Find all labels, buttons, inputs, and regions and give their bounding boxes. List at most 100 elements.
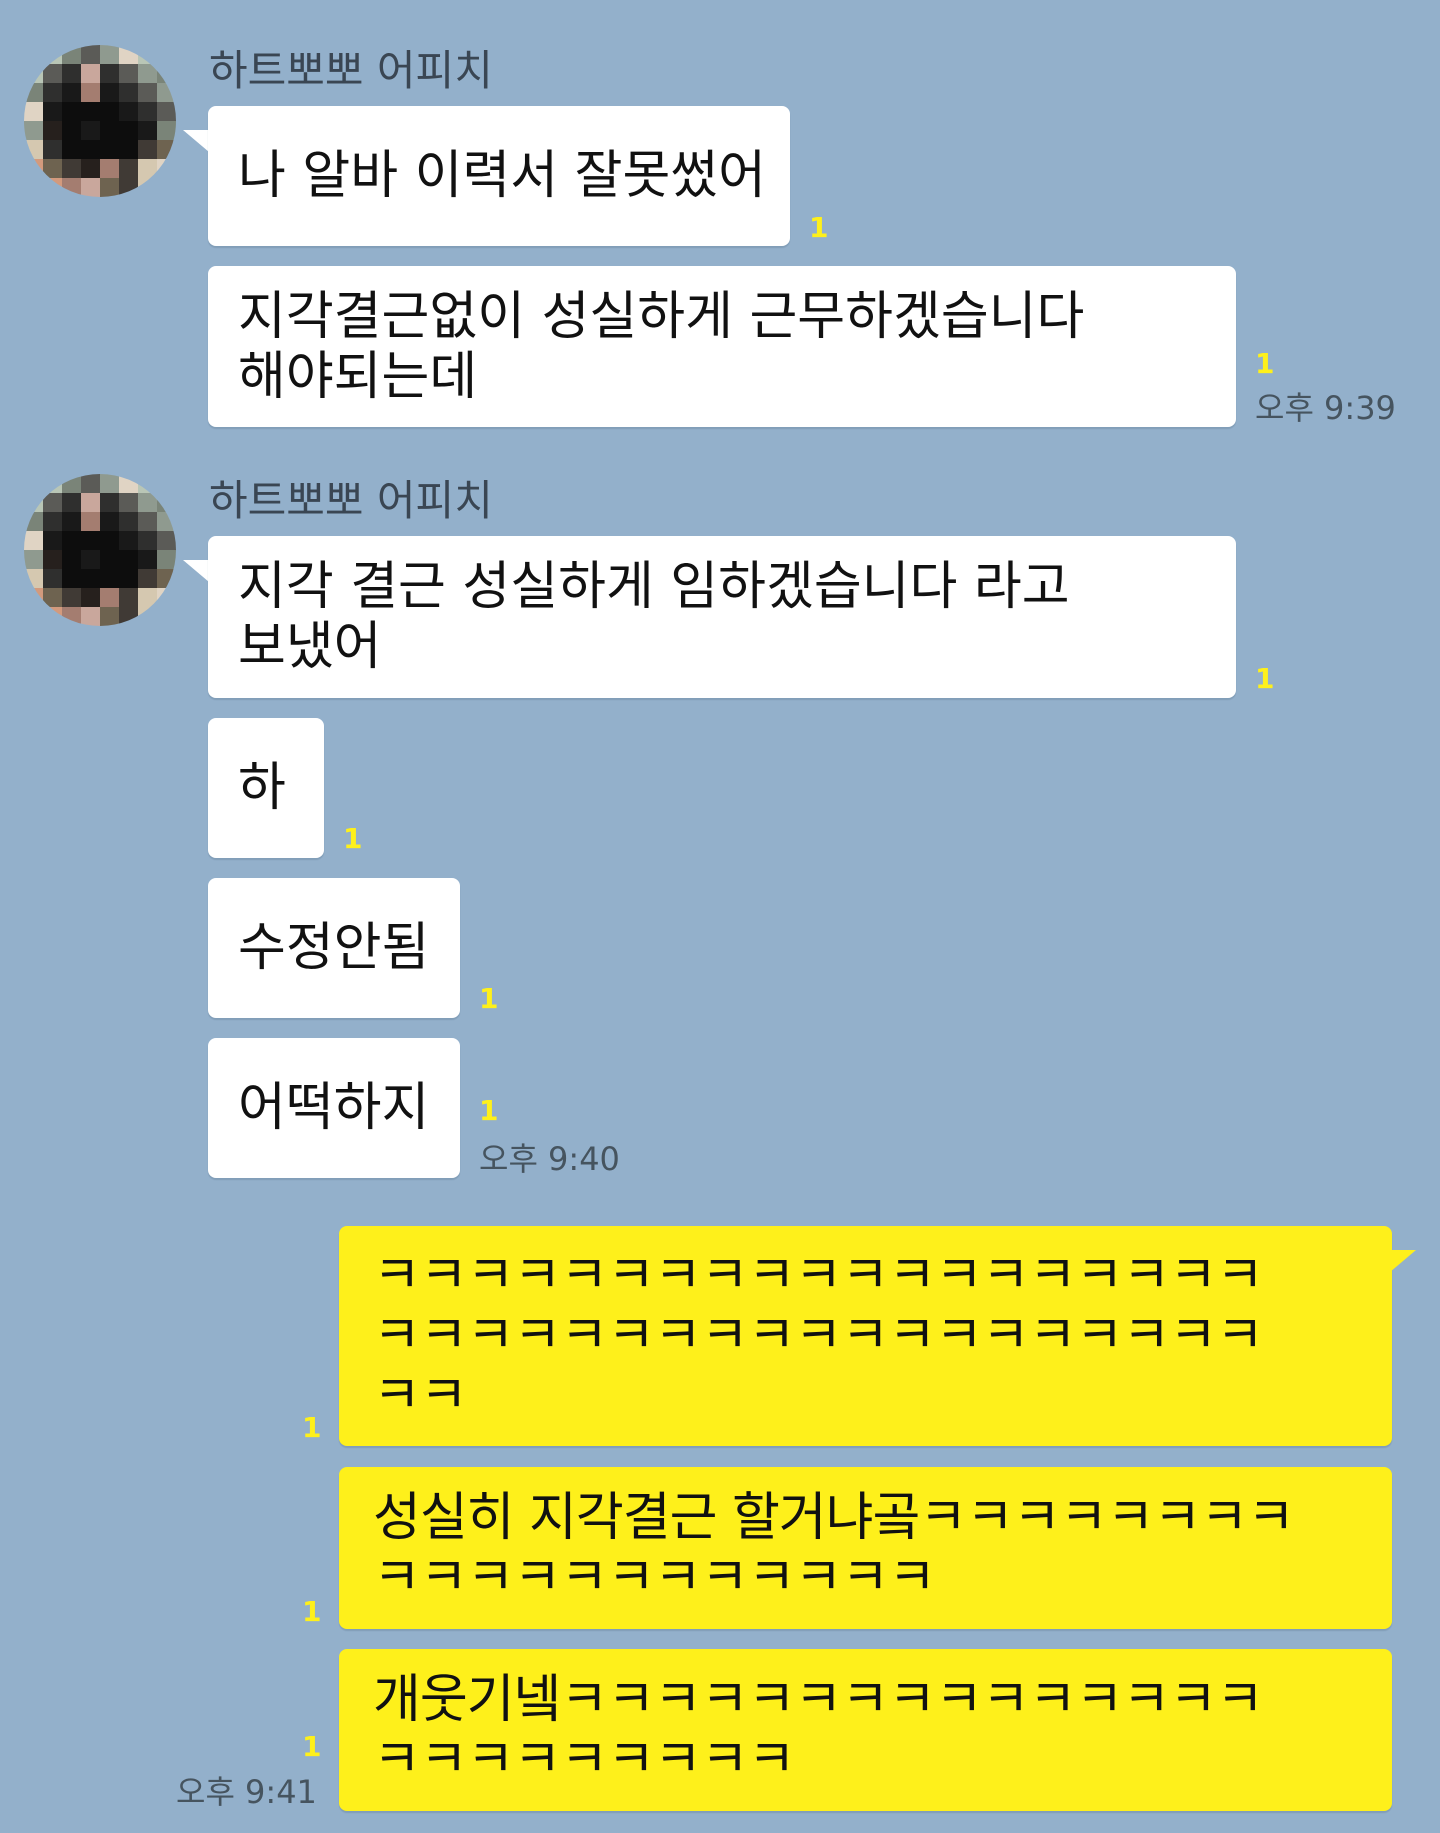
- sender-name: 하트뽀뽀 어피치: [209, 46, 493, 95]
- message-text: 하: [238, 758, 286, 818]
- avatar-pixel: [157, 474, 176, 493]
- message-time: 오후 9:40: [479, 1140, 620, 1178]
- avatar-pixel: [62, 83, 81, 102]
- message-text-line: 개웃기넼ㅋㅋㅋㅋㅋㅋㅋㅋㅋㅋㅋㅋㅋㅋㅋ: [373, 1670, 1264, 1730]
- avatar[interactable]: [24, 45, 176, 197]
- avatar-pixel: [81, 569, 100, 588]
- avatar-pixel: [62, 102, 81, 121]
- avatar-pixel: [24, 512, 43, 531]
- message-text-line: 해야되는데: [238, 346, 478, 407]
- avatar-pixel: [138, 493, 157, 512]
- unread-count: 1: [343, 822, 363, 855]
- avatar-pixel: [119, 159, 138, 178]
- avatar-pixel: [138, 83, 157, 102]
- avatar-pixel: [119, 588, 138, 607]
- avatar-pixel: [43, 45, 62, 64]
- avatar-pixel: [43, 83, 62, 102]
- avatar-pixel: [157, 569, 176, 588]
- avatar-pixel: [43, 607, 62, 626]
- avatar-pixel: [100, 121, 119, 140]
- message-text-line: ㅋㅋㅋㅋㅋㅋㅋㅋㅋㅋㅋㅋㅋㅋㅋㅋㅋㅋㅋ: [373, 1306, 1264, 1366]
- avatar-pixel: [157, 493, 176, 512]
- message-bubble[interactable]: 지각결근없이 성실하게 근무하겠습니다 해야되는데: [208, 266, 1236, 427]
- message-bubble[interactable]: 나 알바 이력서 잘못썼어: [208, 106, 790, 246]
- bubble-tail: [183, 560, 209, 582]
- unread-count: 1: [809, 211, 829, 244]
- avatar-pixel: [100, 569, 119, 588]
- avatar-pixel: [100, 550, 119, 569]
- avatar-pixel: [81, 550, 100, 569]
- avatar-pixel: [138, 121, 157, 140]
- avatar[interactable]: [24, 474, 176, 626]
- avatar-pixel: [100, 159, 119, 178]
- message-bubble[interactable]: 수정안됨: [208, 878, 460, 1018]
- message-bubble[interactable]: 하: [208, 718, 324, 858]
- avatar-pixel: [119, 531, 138, 550]
- avatar-pixel: [157, 607, 176, 626]
- avatar-pixel: [43, 64, 62, 83]
- avatar-pixel: [138, 159, 157, 178]
- avatar-pixel: [119, 474, 138, 493]
- message-text-line: 지각 결근 성실하게 임하겠습니다 라고: [238, 557, 1070, 617]
- unread-count: 1: [1255, 347, 1275, 380]
- message-text-line: 보냈어: [238, 617, 382, 677]
- avatar-pixel: [62, 588, 81, 607]
- message-bubble[interactable]: 어떡하지: [208, 1038, 460, 1178]
- avatar-pixel: [43, 531, 62, 550]
- avatar-pixel: [138, 178, 157, 197]
- avatar-pixel: [43, 588, 62, 607]
- avatar-pixel: [62, 178, 81, 197]
- avatar-pixel: [62, 550, 81, 569]
- avatar-pixel: [157, 512, 176, 531]
- my-message-bubble[interactable]: 성실히 지각결근 할거냐곸ㅋㅋㅋㅋㅋㅋㅋㅋ ㅋㅋㅋㅋㅋㅋㅋㅋㅋㅋㅋㅋ: [339, 1467, 1392, 1629]
- message-text-line: ㅋㅋㅋㅋㅋㅋㅋㅋㅋㅋㅋㅋ: [373, 1548, 936, 1608]
- avatar-pixel: [157, 45, 176, 64]
- unread-count: 1: [479, 982, 499, 1015]
- avatar-pixel: [119, 64, 138, 83]
- avatar-pixel: [24, 493, 43, 512]
- avatar-pixel: [119, 550, 138, 569]
- avatar-pixel: [119, 512, 138, 531]
- avatar-pixel: [119, 45, 138, 64]
- avatar-pixel: [138, 474, 157, 493]
- message-time: 오후 9:39: [1255, 389, 1396, 427]
- my-message-bubble[interactable]: ㅋㅋㅋㅋㅋㅋㅋㅋㅋㅋㅋㅋㅋㅋㅋㅋㅋㅋㅋ ㅋㅋㅋㅋㅋㅋㅋㅋㅋㅋㅋㅋㅋㅋㅋㅋㅋㅋㅋ …: [339, 1226, 1392, 1446]
- avatar-pixel: [138, 64, 157, 83]
- avatar-pixel: [157, 531, 176, 550]
- avatar-pixel: [100, 83, 119, 102]
- bubble-tail: [183, 130, 209, 152]
- avatar-pixel: [62, 512, 81, 531]
- avatar-pixel: [119, 178, 138, 197]
- avatar-pixel: [62, 474, 81, 493]
- avatar-pixel: [24, 569, 43, 588]
- avatar-pixel: [43, 512, 62, 531]
- message-text-line: ㅋㅋ: [373, 1366, 468, 1426]
- avatar-pixel: [62, 493, 81, 512]
- avatar-pixel: [138, 550, 157, 569]
- avatar-pixel: [81, 474, 100, 493]
- unread-count: 1: [1255, 662, 1275, 695]
- avatar-pixel: [100, 512, 119, 531]
- avatar-pixel: [100, 140, 119, 159]
- avatar-pixel: [24, 159, 43, 178]
- avatar-pixel: [43, 550, 62, 569]
- message-text-line: ㅋㅋㅋㅋㅋㅋㅋㅋㅋ: [373, 1730, 796, 1790]
- avatar-pixel: [62, 64, 81, 83]
- message-text: 나 알바 이력서 잘못썼어: [238, 146, 766, 206]
- avatar-pixel: [81, 102, 100, 121]
- my-message-bubble[interactable]: 개웃기넼ㅋㅋㅋㅋㅋㅋㅋㅋㅋㅋㅋㅋㅋㅋㅋ ㅋㅋㅋㅋㅋㅋㅋㅋㅋ: [339, 1649, 1392, 1811]
- unread-count: 1: [302, 1411, 322, 1444]
- avatar-pixel: [119, 121, 138, 140]
- avatar-pixel: [81, 83, 100, 102]
- avatar-pixel: [24, 83, 43, 102]
- avatar-pixel: [81, 493, 100, 512]
- message-text-line: ㅋㅋㅋㅋㅋㅋㅋㅋㅋㅋㅋㅋㅋㅋㅋㅋㅋㅋㅋ: [373, 1246, 1264, 1306]
- unread-count: 1: [479, 1094, 499, 1127]
- message-bubble[interactable]: 지각 결근 성실하게 임하겠습니다 라고 보냈어: [208, 536, 1236, 698]
- avatar-pixel: [62, 531, 81, 550]
- avatar-pixel: [119, 493, 138, 512]
- avatar-pixel: [138, 140, 157, 159]
- avatar-pixel: [157, 178, 176, 197]
- avatar-pixel: [24, 45, 43, 64]
- avatar-pixel: [43, 159, 62, 178]
